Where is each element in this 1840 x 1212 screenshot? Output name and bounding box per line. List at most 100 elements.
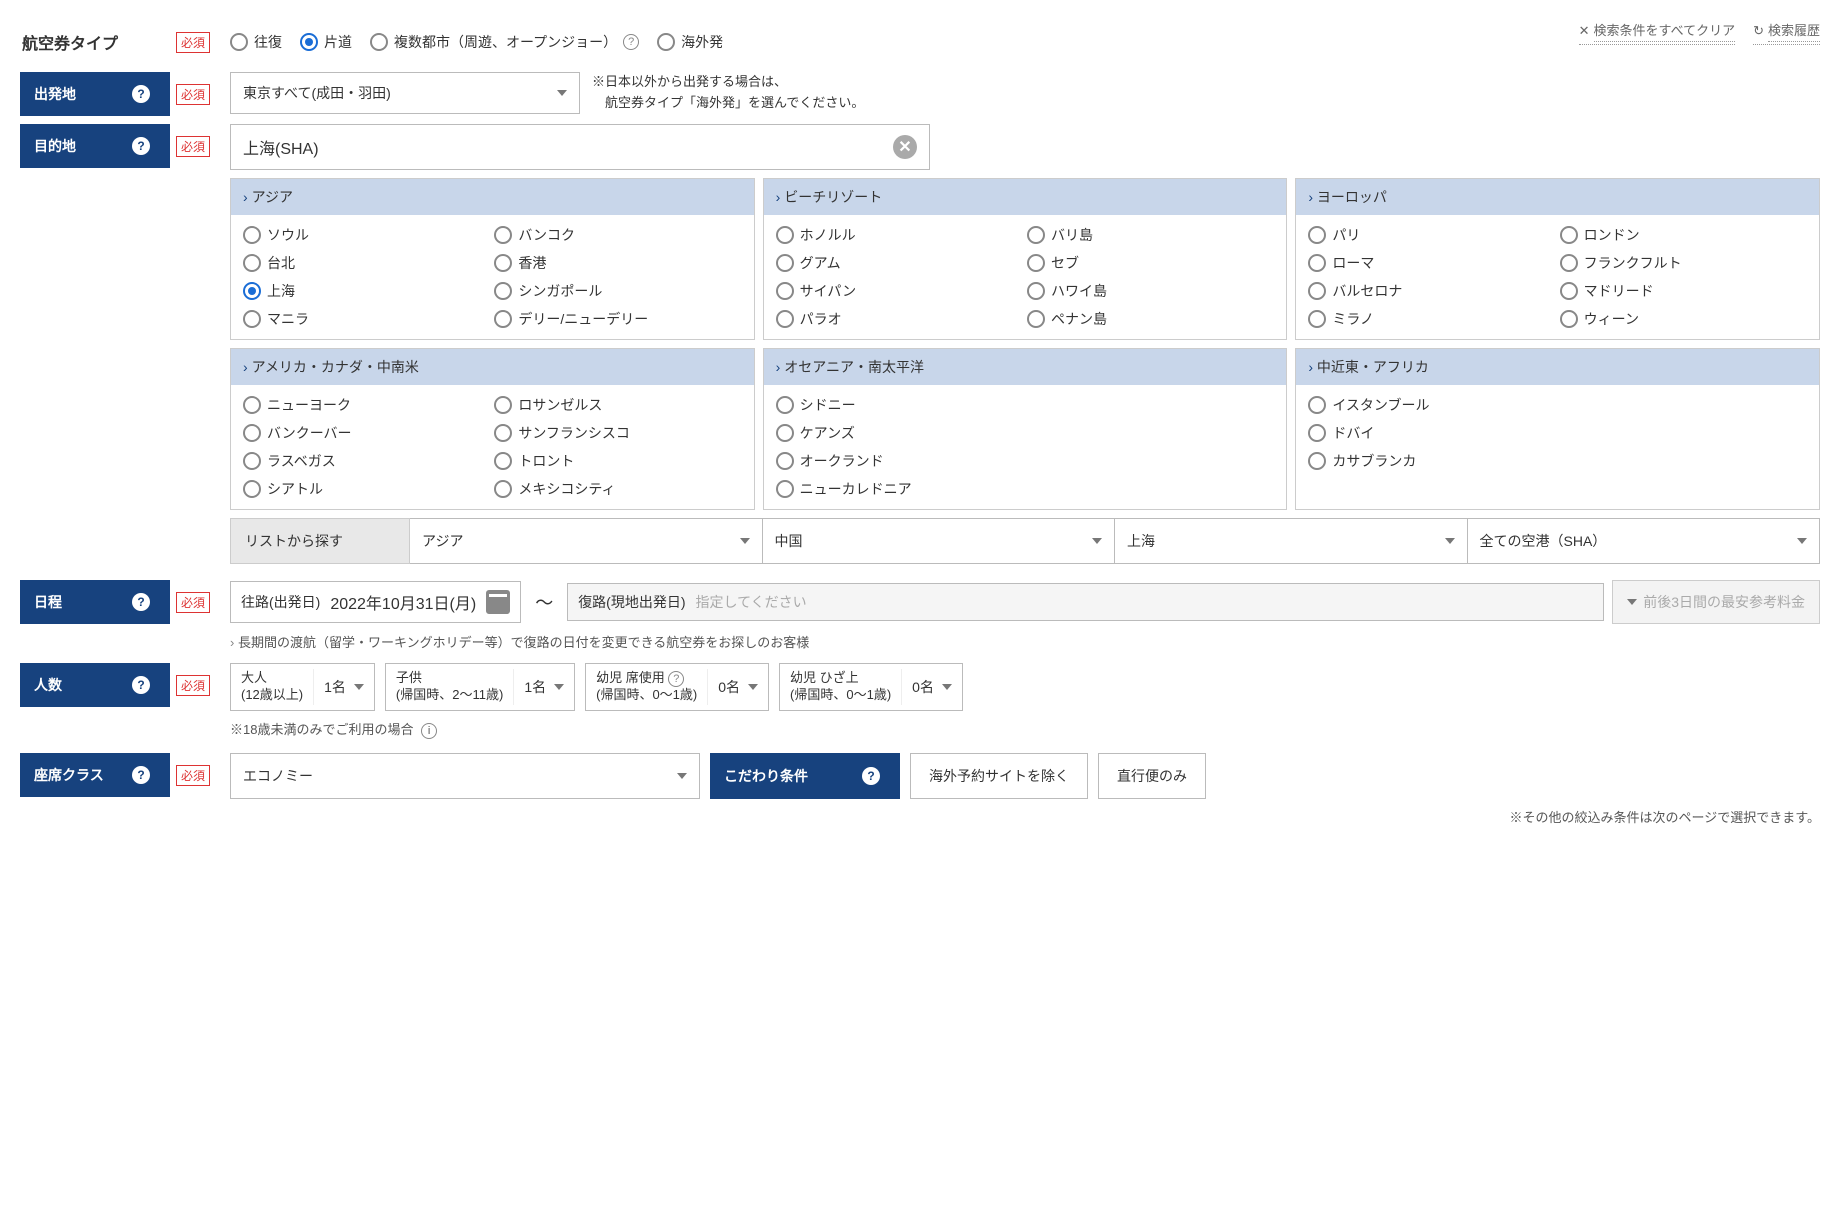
direct-only-toggle[interactable]: 直行便のみ — [1098, 753, 1206, 799]
outbound-date[interactable]: 往路(出発日) 2022年10月31日(月) — [230, 581, 521, 623]
help-icon[interactable]: ? — [132, 137, 150, 155]
city-option[interactable]: ロンドン — [1560, 225, 1807, 245]
region-header[interactable]: ビーチリゾート — [764, 179, 1287, 215]
required-badge: 必須 — [176, 32, 210, 53]
city-option[interactable]: メキシコシティ — [494, 479, 741, 499]
city-option[interactable]: ハワイ島 — [1027, 281, 1274, 301]
city-option[interactable]: ラスベガス — [243, 451, 490, 471]
region-header[interactable]: ヨーロッパ — [1296, 179, 1819, 215]
required-badge: 必須 — [176, 765, 210, 786]
city-option[interactable]: フランクフルト — [1560, 253, 1807, 273]
city-option[interactable]: カサブランカ — [1308, 451, 1807, 471]
chevron-down-icon — [1797, 538, 1807, 544]
city-option[interactable]: トロント — [494, 451, 741, 471]
city-option[interactable]: ニューヨーク — [243, 395, 490, 415]
ticket-type-option[interactable]: 片道 — [300, 32, 352, 52]
city-option[interactable]: シアトル — [243, 479, 490, 499]
minor-only-note[interactable]: ※18歳未満のみでご利用の場合 — [230, 722, 413, 737]
destination-label: 目的地 ? — [20, 124, 170, 168]
help-icon[interactable]: ? — [623, 34, 639, 50]
city-option[interactable]: 台北 — [243, 253, 490, 273]
city-option[interactable]: オークランド — [776, 451, 1275, 471]
region-header[interactable]: アメリカ・カナダ・中南米 — [231, 349, 754, 385]
exclude-overseas-toggle[interactable]: 海外予約サイトを除く — [910, 753, 1088, 799]
pax-adult-select[interactable]: 1名 — [313, 669, 374, 705]
city-option[interactable]: グアム — [776, 253, 1023, 273]
radio-icon — [1027, 226, 1045, 244]
ticket-type-option[interactable]: 海外発 — [657, 32, 723, 52]
radio-icon — [776, 480, 794, 498]
region-box: アメリカ・カナダ・中南米ニューヨークロサンゼルスバンクーバーサンフランシスコラス… — [230, 348, 755, 510]
city-option[interactable]: バンコク — [494, 225, 741, 245]
calendar-icon[interactable] — [486, 590, 510, 614]
list-select-country[interactable]: 中国 — [763, 518, 1116, 564]
destination-input[interactable]: 上海(SHA) ✕ — [230, 124, 930, 170]
city-option[interactable]: シンガポール — [494, 281, 741, 301]
city-option[interactable]: ドバイ — [1308, 423, 1807, 443]
kodawari-label: こだわり条件 ? — [710, 753, 900, 799]
region-header[interactable]: アジア — [231, 179, 754, 215]
chevron-down-icon — [1092, 538, 1102, 544]
city-option[interactable]: 上海 — [243, 281, 490, 301]
city-option[interactable]: ニューカレドニア — [776, 479, 1275, 499]
list-select-region[interactable]: アジア — [410, 518, 763, 564]
departure-select[interactable]: 東京すべて(成田・羽田) — [230, 72, 580, 114]
footer-note: ※その他の絞込み条件は次のページで選択できます。 — [20, 807, 1820, 826]
radio-icon — [494, 452, 512, 470]
city-option[interactable]: イスタンブール — [1308, 395, 1807, 415]
radio-icon — [1308, 452, 1326, 470]
city-option[interactable]: ロサンゼルス — [494, 395, 741, 415]
city-option[interactable]: デリー/ニューデリー — [494, 309, 741, 329]
city-option[interactable]: ペナン島 — [1027, 309, 1274, 329]
help-icon[interactable]: ? — [132, 676, 150, 694]
city-option[interactable]: ローマ — [1308, 253, 1555, 273]
seat-class-select[interactable]: エコノミー — [230, 753, 700, 799]
list-select-airport[interactable]: 全ての空港（SHA） — [1468, 518, 1821, 564]
help-icon[interactable]: ? — [132, 85, 150, 103]
city-option[interactable]: 香港 — [494, 253, 741, 273]
region-header[interactable]: 中近東・アフリカ — [1296, 349, 1819, 385]
long-term-link[interactable]: 長期間の渡航（留学・ワーキングホリデー等）で復路の日付を変更できる航空券をお探し… — [230, 632, 1820, 651]
chevron-down-icon — [1445, 538, 1455, 544]
ticket-type-option[interactable]: 往復 — [230, 32, 282, 52]
region-header[interactable]: オセアニア・南太平洋 — [764, 349, 1287, 385]
info-icon[interactable]: i — [421, 723, 437, 739]
city-option[interactable]: ウィーン — [1560, 309, 1807, 329]
region-box: ヨーロッパパリロンドンローマフランクフルトバルセロナマドリードミラノウィーン — [1295, 178, 1820, 340]
ticket-type-option[interactable]: 複数都市（周遊、オープンジョー）? — [370, 32, 639, 52]
city-option[interactable]: ミラノ — [1308, 309, 1555, 329]
city-option[interactable]: バンクーバー — [243, 423, 490, 443]
city-option[interactable]: セブ — [1027, 253, 1274, 273]
chevron-down-icon — [554, 684, 564, 690]
region-box: 中近東・アフリカイスタンブールドバイカサブランカ — [1295, 348, 1820, 510]
list-select-city[interactable]: 上海 — [1115, 518, 1468, 564]
city-option[interactable]: マニラ — [243, 309, 490, 329]
city-option[interactable]: バルセロナ — [1308, 281, 1555, 301]
city-option[interactable]: ケアンズ — [776, 423, 1275, 443]
city-option[interactable]: ホノルル — [776, 225, 1023, 245]
city-option[interactable]: サンフランシスコ — [494, 423, 741, 443]
help-icon[interactable]: ? — [132, 593, 150, 611]
help-icon[interactable]: ? — [862, 767, 880, 785]
radio-icon — [1308, 396, 1326, 414]
pax-infant-lap-select[interactable]: 0名 — [901, 669, 962, 705]
radio-icon — [1027, 254, 1045, 272]
help-icon[interactable]: ? — [668, 671, 684, 687]
city-option[interactable]: マドリード — [1560, 281, 1807, 301]
pax-child-select[interactable]: 1名 — [513, 669, 574, 705]
city-option[interactable]: シドニー — [776, 395, 1275, 415]
chevron-down-icon — [557, 90, 567, 96]
city-option[interactable]: パリ — [1308, 225, 1555, 245]
city-option[interactable]: パラオ — [776, 309, 1023, 329]
city-option[interactable]: ソウル — [243, 225, 490, 245]
clear-all-link[interactable]: ✕ 検索条件をすべてクリア — [1579, 20, 1735, 45]
pax-infant-seat-select[interactable]: 0名 — [707, 669, 768, 705]
return-date[interactable]: 復路(現地出発日) 指定してください — [567, 583, 1604, 621]
city-option[interactable]: サイパン — [776, 281, 1023, 301]
radio-icon — [494, 254, 512, 272]
help-icon[interactable]: ? — [132, 766, 150, 784]
search-history-link[interactable]: ↻ 検索履歴 — [1753, 20, 1820, 45]
clear-icon[interactable]: ✕ — [893, 135, 917, 159]
radio-icon — [494, 282, 512, 300]
city-option[interactable]: バリ島 — [1027, 225, 1274, 245]
